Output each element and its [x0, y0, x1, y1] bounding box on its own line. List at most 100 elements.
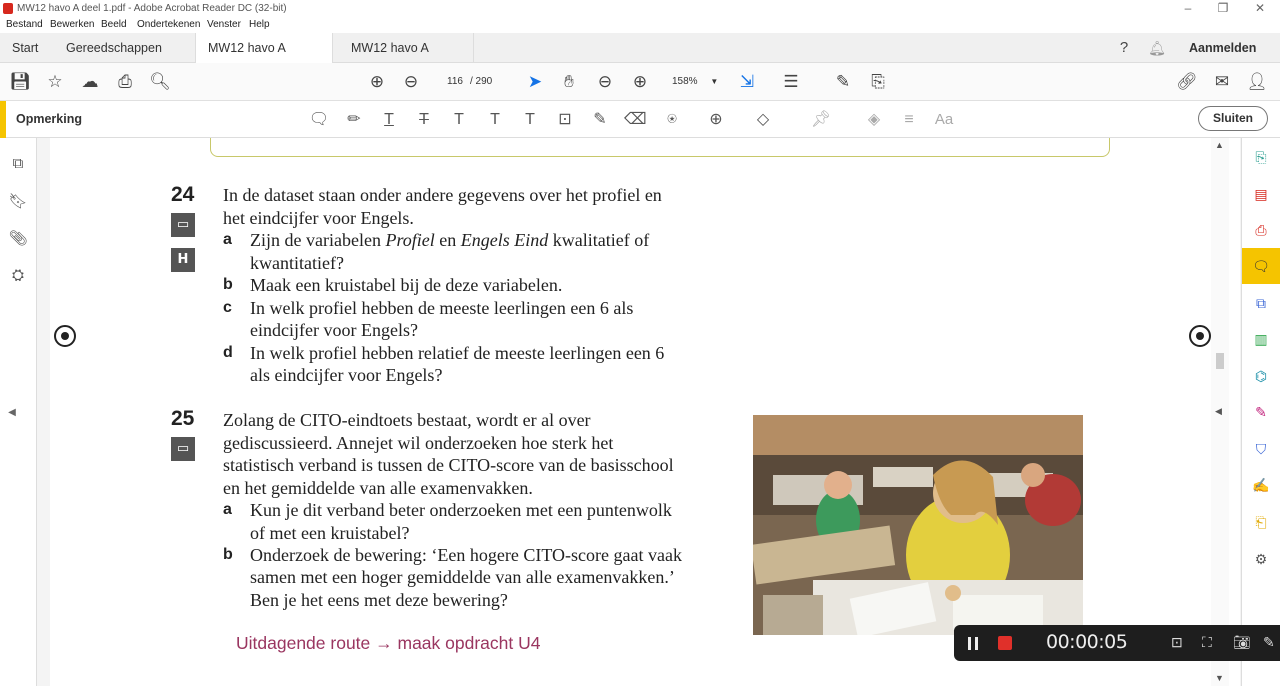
share-link-icon[interactable]: 🔗︎ — [1176, 71, 1198, 93]
previous-page-icon[interactable]: ⊕ — [366, 71, 388, 93]
fill-color-icon[interactable]: ◈ — [863, 109, 885, 131]
q24-d-line2: als eindcijfer voor Engels? — [250, 365, 443, 385]
question-25-number: 25 — [171, 407, 195, 430]
create-pdf-icon[interactable]: ▤ — [1251, 184, 1271, 204]
q25-intro-line3: statistisch verband is tussen de CITO-sc… — [223, 455, 674, 475]
crosshair-target-right — [1189, 325, 1211, 347]
add-text-icon[interactable]: T — [519, 109, 541, 131]
insert-text-icon[interactable]: T — [484, 109, 506, 131]
shapes-icon[interactable]: ◇ — [752, 109, 774, 131]
q24-a-pre: Zijn de variabelen — [250, 230, 386, 250]
page-thumbnails-icon[interactable]: ⧉ — [8, 154, 28, 174]
save-icon[interactable]: 💾︎ — [9, 71, 31, 93]
sticky-note-icon[interactable]: 🗨︎ — [308, 109, 330, 131]
scan-ocr-icon[interactable]: ⌬ — [1251, 366, 1271, 386]
main-toolbar: 💾︎ ☆ ☁ ⎙ 🔍︎ ⊕ ⊖ ➤ ✋︎ ⊖ ⊕ ⇲ ☰ ✎ ⎘ 🔗︎ ✉ 👤︎ — [0, 63, 1280, 101]
minimize-icon[interactable]: – — [1170, 0, 1206, 16]
q24-b-letter: b — [223, 276, 233, 293]
pdf-page: 24 ▭ H In de dataset staan onder andere … — [50, 138, 1240, 686]
scroll-down-icon[interactable]: ▼ — [1215, 673, 1224, 683]
hand-tool-icon[interactable]: ✋︎ — [558, 71, 580, 93]
bookmark-icon[interactable]: 🔖︎ — [8, 192, 28, 212]
close-window-icon[interactable]: ✕ — [1242, 0, 1278, 16]
document-security-icon[interactable]: ⛭ — [8, 266, 28, 286]
add-user-icon[interactable]: 👤︎ — [1246, 71, 1268, 93]
fullscreen-icon[interactable]: ⛶ — [1202, 634, 1212, 651]
eraser-icon[interactable]: ⌫ — [624, 109, 647, 131]
text-box-icon[interactable]: ⊡ — [554, 109, 576, 131]
menu-file[interactable]: Bestand — [6, 19, 43, 30]
scroll-mode-icon[interactable]: ☰ — [780, 71, 802, 93]
underline-text-icon[interactable]: T — [378, 109, 400, 131]
protect-icon[interactable]: ⛉ — [1251, 439, 1271, 459]
request-signature-icon[interactable]: ✍ — [1251, 475, 1271, 495]
menu-window[interactable]: Venster — [207, 19, 241, 30]
strikethrough-icon[interactable]: T — [413, 109, 435, 131]
search-icon[interactable]: 🔍︎ — [149, 71, 171, 93]
fill-sign-icon[interactable]: ⎘ — [867, 71, 889, 93]
tab-start[interactable]: Start — [0, 33, 50, 63]
replace-text-icon[interactable]: T — [448, 109, 470, 131]
send-for-review-icon[interactable]: ⎗ — [1251, 512, 1271, 532]
q24-c-letter: c — [223, 299, 232, 316]
export-pdf-icon[interactable]: ⎘ — [1251, 147, 1271, 167]
close-comment-button[interactable]: Sluiten — [1198, 106, 1268, 131]
page-number-input[interactable]: 116 — [440, 72, 470, 91]
camera-icon[interactable]: 📷︎ — [1233, 634, 1251, 651]
star-icon[interactable]: ☆ — [44, 71, 66, 93]
font-size-icon[interactable]: Aa — [933, 109, 955, 131]
comment-icon[interactable]: 🗨︎ — [1251, 256, 1271, 276]
h-badge: H — [171, 248, 195, 272]
help-icon[interactable]: ? — [1113, 37, 1135, 59]
tab-document-2[interactable]: MW12 havo A deel... — [339, 33, 474, 85]
select-cursor-icon[interactable]: ➤ — [524, 71, 546, 93]
crosshair-target-left — [54, 325, 76, 347]
edit-pdf-icon[interactable]: ⎙ — [1251, 220, 1271, 240]
pin-icon[interactable]: 📌︎ — [810, 109, 832, 131]
vertical-scrollbar[interactable]: ▲ ◀ ▼ — [1211, 138, 1229, 686]
stamp-icon[interactable]: ⍟ — [661, 109, 683, 131]
page-fit-icon[interactable]: ⇲ — [736, 71, 758, 93]
upload-cloud-icon[interactable]: ☁ — [79, 71, 101, 93]
tab-tools[interactable]: Gereedschappen — [54, 33, 174, 63]
collapse-left-panel-icon[interactable]: ◀ — [2, 403, 22, 423]
notification-bell-icon[interactable]: 🔔︎ — [1146, 37, 1168, 59]
pencil-icon[interactable]: ✎ — [589, 109, 611, 131]
scroll-thumb[interactable] — [1216, 353, 1224, 369]
combine-files-icon[interactable]: ⧉ — [1251, 293, 1271, 313]
zoom-select[interactable]: 158% ▼ — [672, 72, 718, 91]
menu-sign[interactable]: Ondertekenen — [137, 19, 200, 30]
draw-pen-icon[interactable]: ✎ — [1263, 634, 1275, 651]
tab-document-active[interactable]: MW12 havo A deel...✕ — [195, 33, 333, 85]
fill-sign-tool-icon[interactable]: ✎ — [1251, 402, 1271, 422]
menu-help[interactable]: Help — [249, 19, 270, 30]
scroll-up-icon[interactable]: ▲ — [1215, 140, 1224, 150]
more-tools-icon[interactable]: ⚙ — [1251, 549, 1271, 569]
attach-file-icon[interactable]: ⊕ — [705, 109, 727, 131]
highlighter-icon[interactable]: ✏︎ — [343, 109, 365, 131]
left-navigation-rail: ⧉ 🔖︎ 📎︎ ⛭ ◀ — [0, 138, 37, 686]
line-weight-icon[interactable]: ≡ — [898, 109, 920, 131]
zoom-out-icon[interactable]: ⊖ — [594, 71, 616, 93]
right-tools-panel: ⎘ ▤ ⎙ 🗨︎ ⧉ ▥ ⌬ ✎ ⛉ ✍ ⎗ ⚙ — [1241, 138, 1280, 686]
q24-b-text: Maak een kruistabel bij de deze variabel… — [250, 275, 563, 295]
next-page-icon[interactable]: ⊖ — [400, 71, 422, 93]
menu-edit[interactable]: Bewerken — [50, 19, 94, 30]
organize-pages-icon[interactable]: ▥ — [1251, 329, 1271, 349]
collapse-right-panel-icon[interactable]: ◀ — [1215, 406, 1222, 417]
print-icon[interactable]: ⎙ — [114, 71, 136, 93]
email-icon[interactable]: ✉ — [1211, 71, 1233, 93]
q25-intro-line1: Zolang de CITO-eindtoets bestaat, wordt … — [223, 410, 591, 430]
q25-b-line1: Onderzoek de bewering: ‘Een hogere CITO-… — [250, 545, 682, 565]
zoom-value: 158% — [672, 76, 698, 87]
pause-icon[interactable] — [968, 637, 978, 650]
attachments-icon[interactable]: 📎︎ — [8, 229, 28, 249]
zoom-in-icon[interactable]: ⊕ — [629, 71, 651, 93]
sign-in-button[interactable]: Aanmelden — [1189, 41, 1256, 55]
menu-view[interactable]: Beeld — [101, 19, 127, 30]
stop-recording-icon[interactable] — [998, 636, 1012, 650]
sign-icon[interactable]: ✎ — [832, 71, 854, 93]
q24-c-line1: In welk profiel hebben de meeste leerlin… — [250, 298, 634, 318]
restore-icon[interactable]: ❐ — [1205, 0, 1241, 16]
screenshot-region-icon[interactable]: ⊡ — [1171, 634, 1183, 651]
